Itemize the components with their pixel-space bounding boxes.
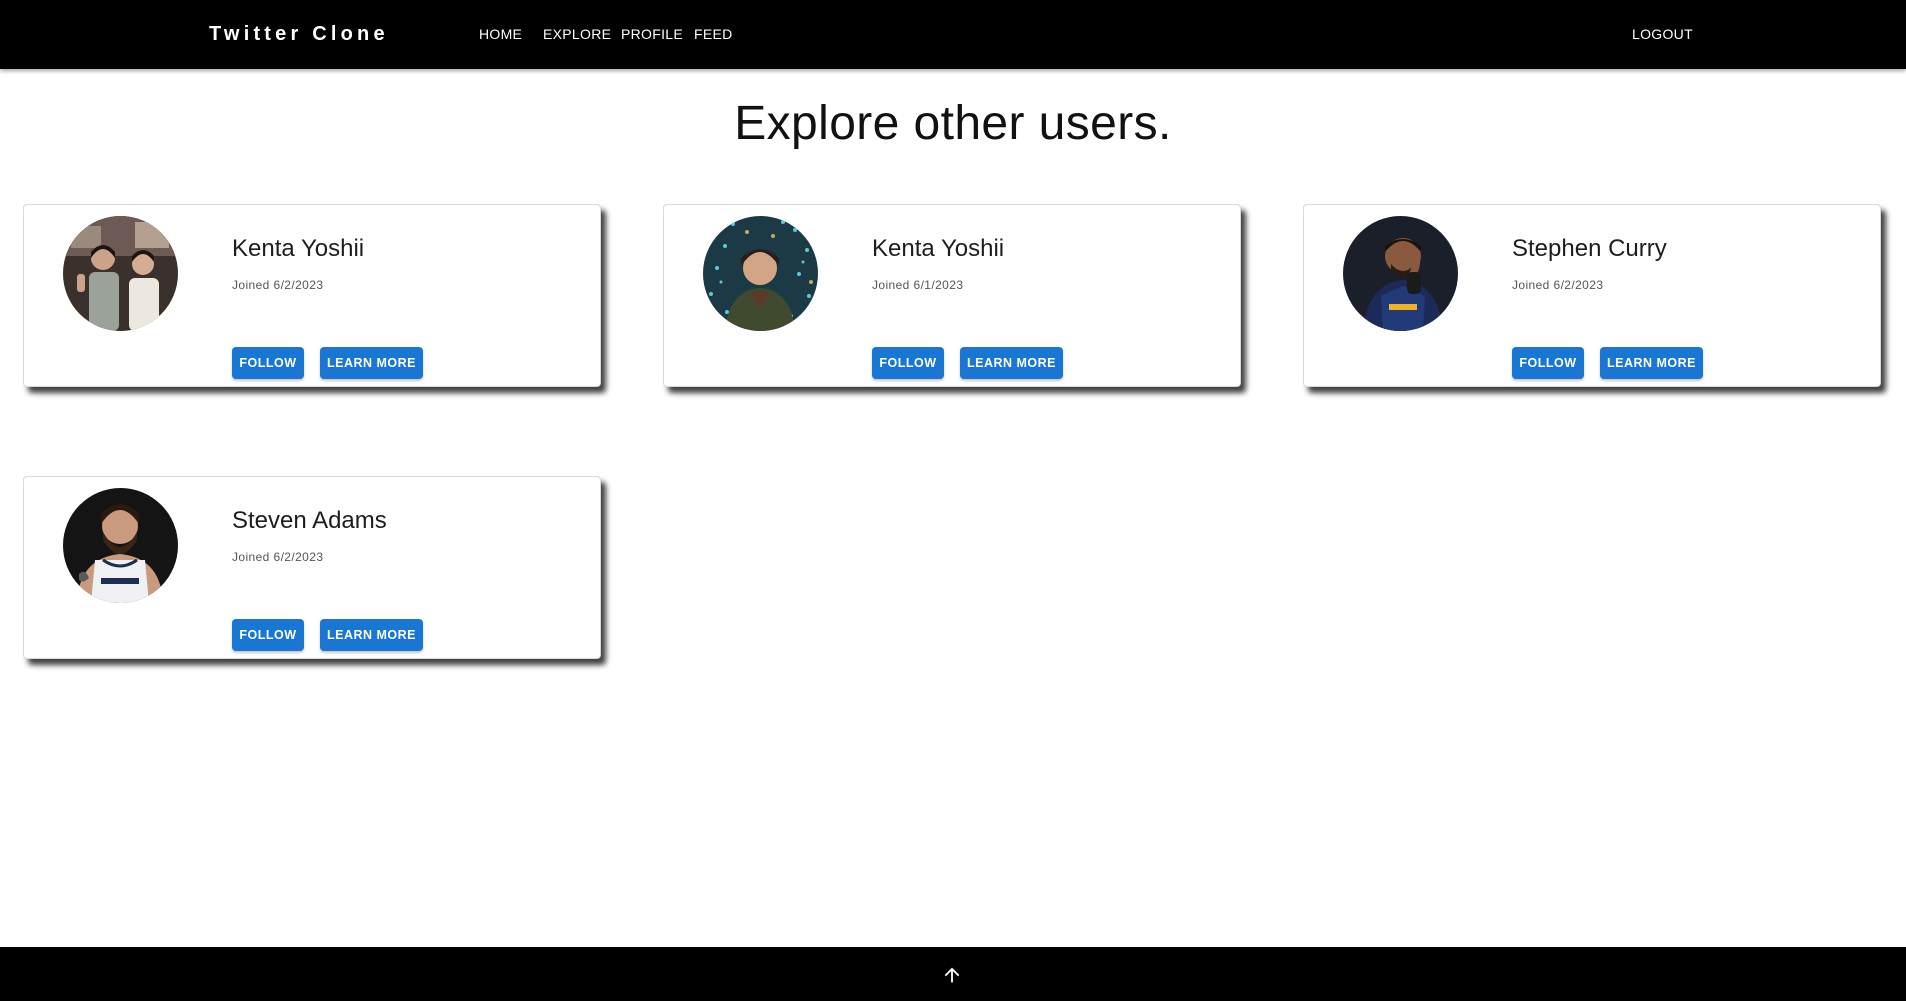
joined-date: Joined 6/1/2023 [872,278,964,292]
learn-more-button[interactable]: LEARN MORE [320,619,423,651]
follow-button[interactable]: FOLLOW [1512,347,1584,379]
learn-more-button[interactable]: LEARN MORE [1600,347,1703,379]
scroll-to-top-button[interactable] [941,964,963,986]
joined-date: Joined 6/2/2023 [232,550,324,564]
joined-date: Joined 6/2/2023 [232,278,324,292]
joined-date: Joined 6/2/2023 [1512,278,1604,292]
avatar-photo [63,216,178,331]
avatar[interactable] [703,216,818,331]
top-nav: Twitter Clone HOME EXPLORE PROFILE FEED … [0,0,1906,69]
user-name: Kenta Yoshii [872,235,1005,262]
page-title: Explore other users. [734,97,1172,150]
logout-link[interactable]: LOGOUT [1632,0,1693,69]
user-card: Stephen Curry Joined 6/2/2023 FOLLOW LEA… [1303,204,1881,387]
user-card: Kenta Yoshii Joined 6/2/2023 FOLLOW LEAR… [23,204,601,387]
learn-more-button[interactable]: LEARN MORE [320,347,423,379]
learn-more-button[interactable]: LEARN MORE [960,347,1063,379]
nav-explore-link[interactable]: EXPLORE [543,0,611,69]
avatar[interactable] [1343,216,1458,331]
nav-home-link[interactable]: HOME [479,0,522,69]
user-name: Steven Adams [232,507,387,534]
avatar-photo [703,216,818,331]
follow-button[interactable]: FOLLOW [872,347,944,379]
arrow-up-icon [944,967,960,983]
user-name: Stephen Curry [1512,235,1667,262]
user-card: Steven Adams Joined 6/2/2023 FOLLOW LEAR… [23,476,601,659]
avatar[interactable] [63,488,178,603]
page: Twitter Clone HOME EXPLORE PROFILE FEED … [0,0,1906,1001]
brand-logo[interactable]: Twitter Clone [209,0,389,69]
avatar-photo [63,488,178,603]
user-name: Kenta Yoshii [232,235,365,262]
follow-button[interactable]: FOLLOW [232,619,304,651]
follow-button[interactable]: FOLLOW [232,347,304,379]
nav-profile-link[interactable]: PROFILE [621,0,683,69]
avatar[interactable] [63,216,178,331]
avatar-photo [1343,216,1458,331]
nav-feed-link[interactable]: FEED [694,0,733,69]
user-card: Kenta Yoshii Joined 6/1/2023 FOLLOW LEAR… [663,204,1241,387]
